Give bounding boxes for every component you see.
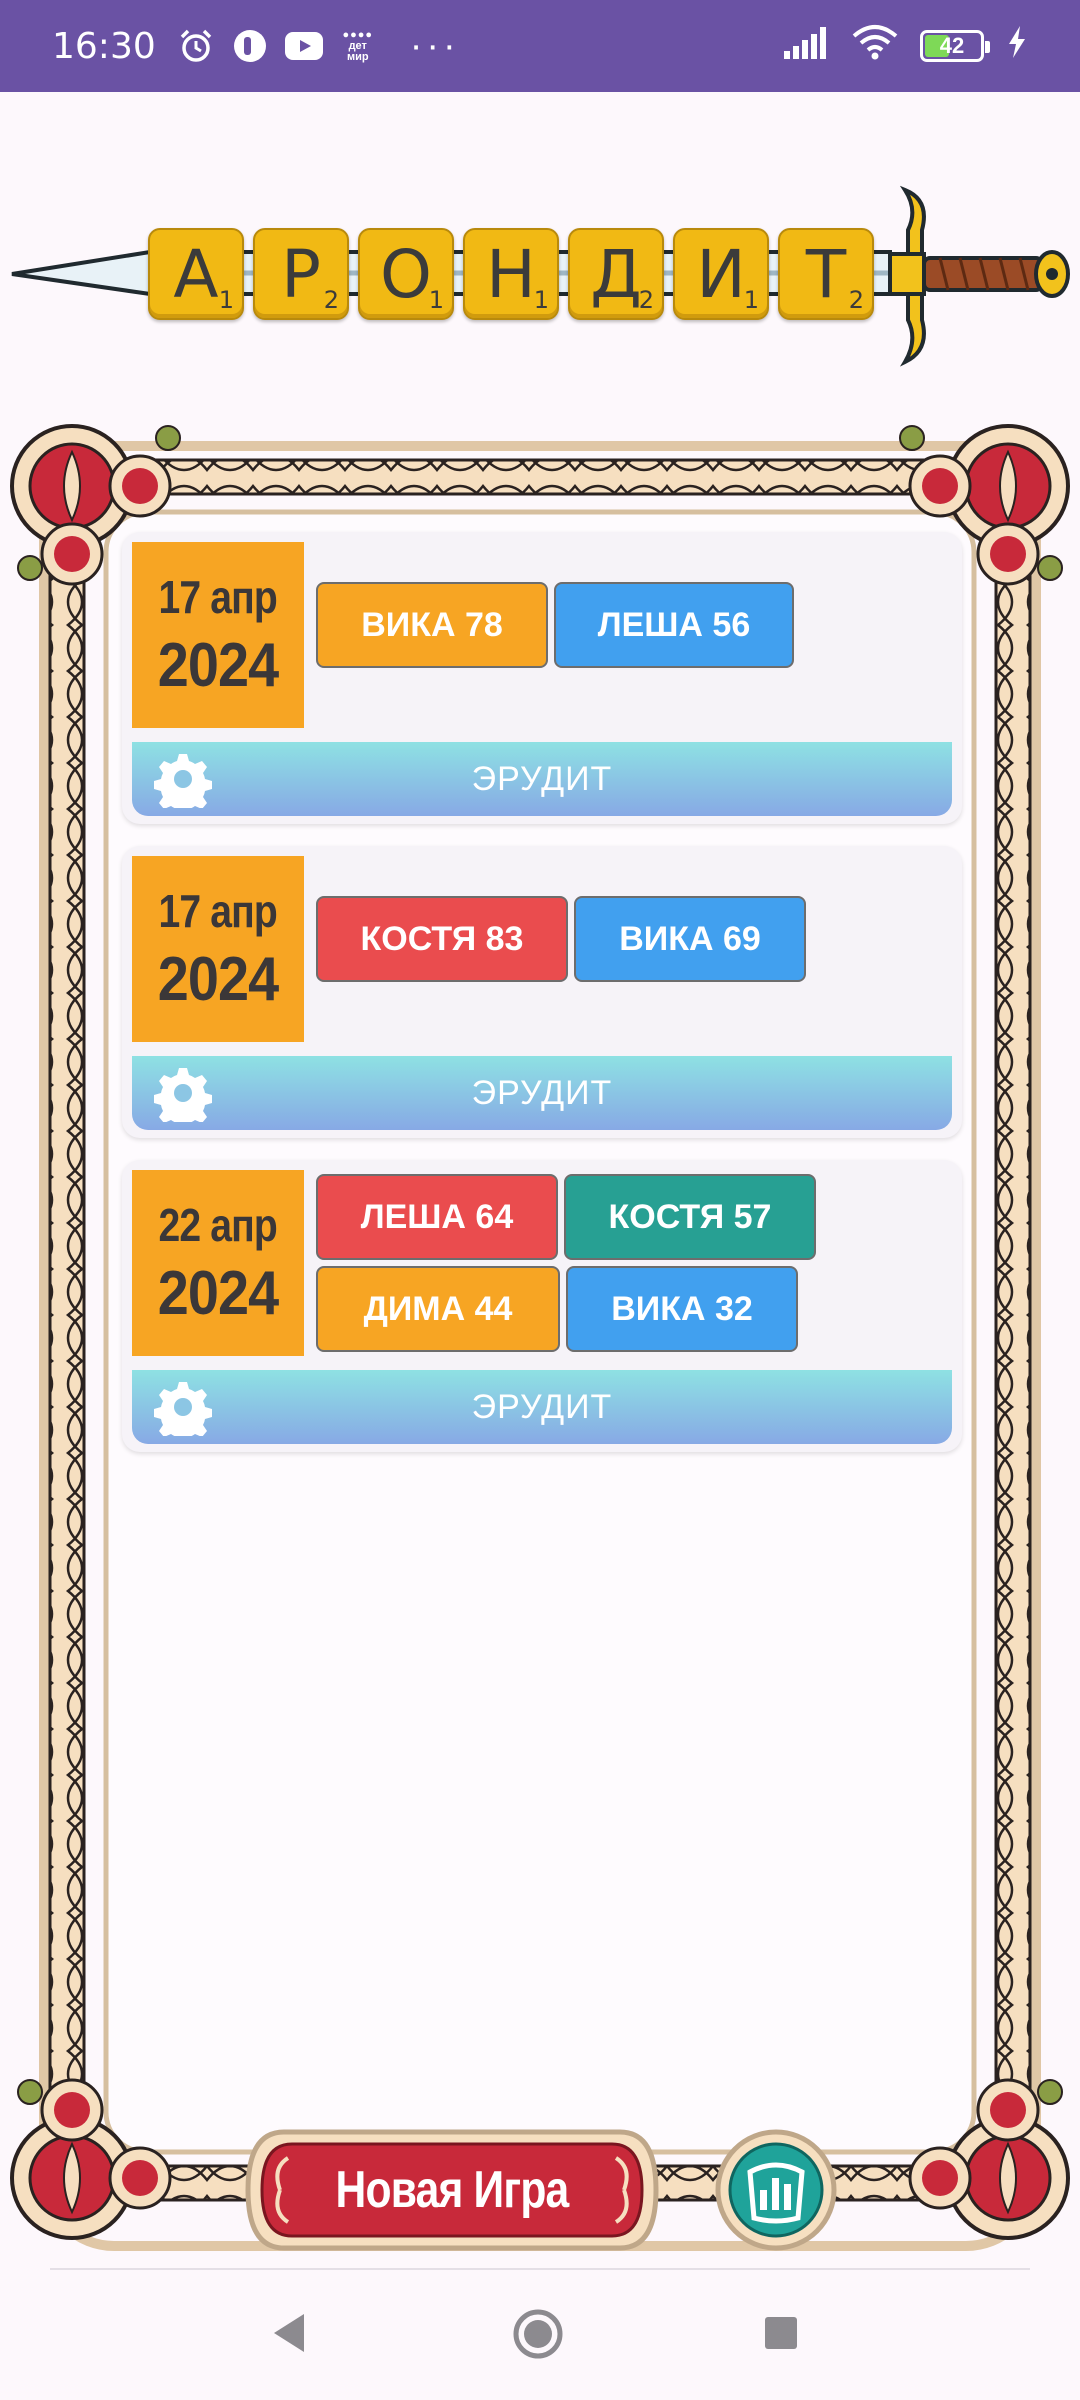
game-date: 22 апр 2024 [132,1170,304,1356]
charging-icon [1006,25,1028,68]
player-score-chip[interactable]: ЛЕША 56 [554,582,794,668]
back-triangle-icon[interactable] [268,2310,310,2356]
game-mode-bar[interactable]: ЭРУДИТ [132,1370,952,1444]
logo-tile: А1 [148,228,244,320]
player-score-chip[interactable]: ВИКА 69 [574,896,806,982]
signal-icon [782,25,830,68]
player-scores: КОСТЯ 83 ВИКА 69 [316,896,836,982]
player-score-chip[interactable]: КОСТЯ 83 [316,896,568,982]
logo-tile: И1 [673,228,769,320]
player-score-chip[interactable]: КОСТЯ 57 [564,1174,816,1260]
system-nav-bar [0,2270,1080,2400]
status-time: 16:30 [52,25,156,67]
game-date-day-month: 17 апр [158,884,278,937]
home-circle-icon[interactable] [510,2306,566,2362]
detmir-icon: ●●●● дет мир [342,28,374,63]
game-mode-bar[interactable]: ЭРУДИТ [132,1056,952,1130]
game-card[interactable]: 17 апр 2024 ВИКА 78 ЛЕША 56 ЭРУДИТ [122,532,962,824]
game-date: 17 апр 2024 [132,542,304,728]
game-card[interactable]: 17 апр 2024 КОСТЯ 83 ВИКА 69 ЭРУДИТ [122,846,962,1138]
youtube-icon [284,26,324,66]
game-mode-label: ЭРУДИТ [471,1073,613,1112]
logo-tile: Н1 [463,228,559,320]
game-date-year: 2024 [157,1258,279,1328]
status-bar: 16:30 ●●●● дет мир ··· 42 [0,0,1080,92]
player-score-chip[interactable]: ЛЕША 64 [316,1174,558,1260]
game-date-day-month: 17 апр [158,570,278,623]
wifi-icon [852,24,898,69]
logo-tile: Т2 [778,228,874,320]
game-date-day-month: 22 апр [158,1198,278,1251]
settings-gear-icon[interactable] [154,750,212,808]
game-date: 17 апр 2024 [132,856,304,1042]
alarm-icon [176,26,216,66]
logo-tile: Р2 [253,228,349,320]
game-mode-label: ЭРУДИТ [471,1387,613,1426]
logo-tiles: А1 Р2 О1 Н1 Д2 И1 Т2 [148,228,874,320]
battery-icon: 42 [920,30,990,62]
new-game-button[interactable]: Новая Игра [244,2128,660,2252]
player-score-chip[interactable]: ВИКА 32 [566,1266,798,1352]
player-scores: ВИКА 78 ЛЕША 56 [316,582,836,668]
bar-chart-icon[interactable] [714,2128,838,2252]
player-score-chip[interactable]: ВИКА 78 [316,582,548,668]
recents-square-icon[interactable] [762,2314,800,2352]
new-game-label: Новая Игра [335,2161,570,2219]
game-date-year: 2024 [157,944,279,1014]
logo-tile: Д2 [568,228,664,320]
game-mode-label: ЭРУДИТ [471,759,613,798]
player-score-chip[interactable]: ДИМА 44 [316,1266,560,1352]
settings-gear-icon[interactable] [154,1378,212,1436]
game-mode-bar[interactable]: ЭРУДИТ [132,742,952,816]
logo-tile: О1 [358,228,454,320]
notification-app-icon [230,26,270,66]
game-date-year: 2024 [157,630,279,700]
app-logo: А1 Р2 О1 Н1 Д2 И1 Т2 [0,170,1080,380]
game-card[interactable]: 22 апр 2024 ЛЕША 64 КОСТЯ 57 ДИМА 44 ВИК… [122,1160,962,1452]
settings-gear-icon[interactable] [154,1064,212,1122]
player-scores: ЛЕША 64 КОСТЯ 57 ДИМА 44 ВИКА 32 [316,1174,836,1352]
more-icon: ··· [409,24,460,67]
